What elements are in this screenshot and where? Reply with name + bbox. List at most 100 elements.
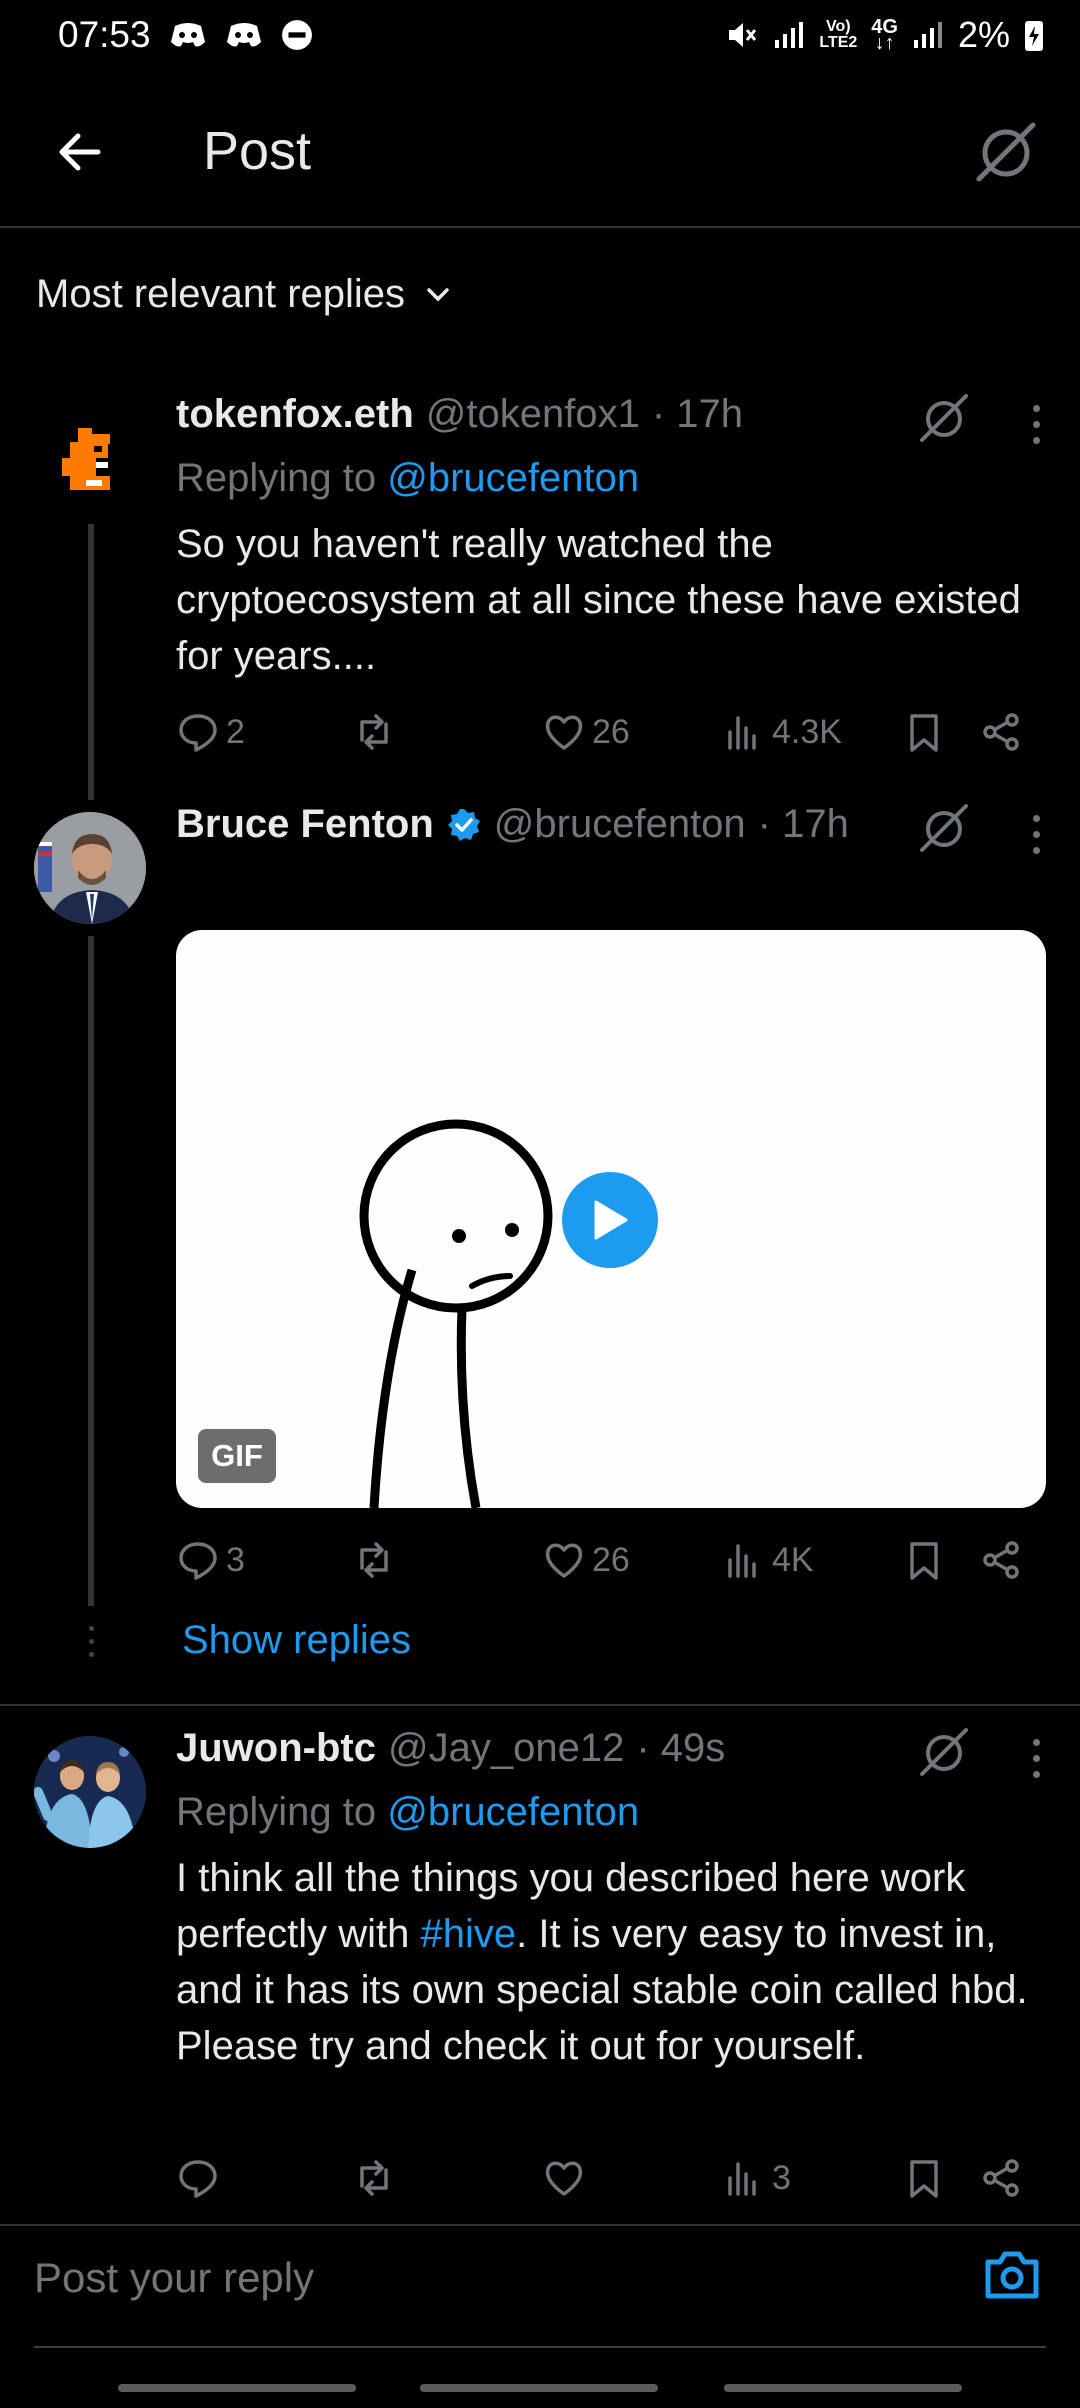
reply-icon — [179, 2160, 217, 2198]
post-text: I think all the things you described her… — [176, 1856, 1061, 2068]
network-type-label: 4G ↓↑ — [871, 16, 898, 54]
share-button[interactable] — [980, 2148, 1024, 2208]
profile-photo — [34, 812, 146, 924]
thread-line — [88, 524, 94, 800]
repost-icon — [360, 2160, 388, 2196]
display-name[interactable]: Bruce Fenton — [176, 802, 434, 847]
verified-badge-icon — [447, 808, 480, 841]
repost-button[interactable] — [352, 2148, 396, 2208]
reply-input[interactable] — [34, 2246, 934, 2310]
repost-button[interactable] — [352, 1530, 396, 1590]
bookmark-button[interactable] — [902, 2148, 946, 2208]
post-header: Juwon-btc @Jay_one12 · 49s — [176, 1726, 725, 1771]
display-name[interactable]: tokenfox.eth — [176, 392, 414, 437]
view-count: 4K — [772, 1540, 814, 1579]
like-button[interactable]: 26 — [542, 1530, 630, 1590]
play-button[interactable] — [562, 1172, 658, 1268]
views-button[interactable]: 4K — [722, 1530, 814, 1590]
avatar[interactable] — [34, 400, 146, 512]
share-icon — [983, 713, 1019, 751]
post-divider — [0, 1704, 1080, 1706]
bookmark-button[interactable] — [902, 702, 946, 762]
replying-to: Replying to @brucefenton — [176, 456, 640, 500]
show-replies-link[interactable]: Show replies — [182, 1618, 411, 1663]
username[interactable]: @brucefenton — [494, 802, 746, 847]
share-button[interactable] — [980, 1530, 1024, 1590]
bookmark-icon — [910, 714, 938, 752]
avatar[interactable] — [34, 812, 146, 924]
views-button[interactable]: 4.3K — [722, 702, 842, 762]
discord-icon-2 — [226, 23, 261, 47]
post-actions: 3 — [176, 2148, 1036, 2208]
views-icon — [728, 2162, 756, 2196]
more-options-button[interactable] — [1018, 398, 1054, 450]
reply-icon — [179, 714, 217, 752]
username[interactable]: @Jay_one12 — [388, 1726, 624, 1771]
reply-button[interactable]: 2 — [176, 702, 245, 762]
heart-icon — [545, 1543, 583, 1578]
post-header: Bruce Fenton @brucefenton · 17h — [176, 802, 849, 847]
timestamp: · 17h — [651, 392, 744, 436]
share-icon — [983, 1541, 1019, 1579]
reply-sort-dropdown[interactable]: Most relevant replies — [36, 272, 453, 317]
post-text: So you haven't really watched the crypto… — [176, 522, 1021, 678]
reply-button[interactable] — [176, 2148, 226, 2208]
bookmark-button[interactable] — [902, 1530, 946, 1590]
profile-photo — [34, 1736, 146, 1848]
grok-icon[interactable] — [918, 392, 970, 444]
repost-icon — [360, 714, 388, 750]
gif-media[interactable]: GIF — [176, 930, 1046, 1508]
battery-percent: 2% — [957, 14, 1010, 55]
mention-link[interactable]: @brucefenton — [387, 1790, 639, 1834]
username[interactable]: @tokenfox1 — [426, 392, 640, 437]
dnd-icon — [281, 20, 312, 50]
repost-icon — [360, 1542, 388, 1578]
reply-icon — [179, 1542, 217, 1580]
bookmark-icon — [910, 2160, 938, 2198]
replying-to: Replying to @brucefenton — [176, 1790, 640, 1834]
more-options-button[interactable] — [1018, 1732, 1054, 1784]
views-icon — [728, 716, 756, 750]
grok-icon — [976, 122, 1036, 182]
discord-icon — [170, 23, 205, 47]
views-icon — [728, 1544, 756, 1578]
grok-icon[interactable] — [918, 802, 970, 854]
display-name[interactable]: Juwon-btc — [176, 1726, 376, 1771]
hashtag-link[interactable]: #hive — [421, 1912, 517, 1956]
top-app-bar: Post — [0, 100, 1080, 210]
status-time: 07:53 — [58, 14, 151, 55]
more-options-button[interactable] — [1018, 808, 1054, 860]
post-actions: 2 26 4.3K — [176, 702, 1036, 762]
timestamp: · 49s — [636, 1726, 726, 1770]
nav-gesture-bar — [420, 2384, 658, 2392]
signal-icon — [775, 22, 804, 48]
battery-charging-icon — [1025, 21, 1043, 51]
view-count: 4.3K — [772, 712, 842, 751]
like-button[interactable]: 26 — [542, 702, 630, 762]
back-button[interactable] — [48, 120, 112, 184]
views-button[interactable]: 3 — [722, 2148, 791, 2208]
post-actions: 3 26 4K — [176, 1530, 1036, 1590]
post-header: tokenfox.eth @tokenfox1 · 17h — [176, 392, 743, 437]
like-button[interactable] — [542, 2148, 592, 2208]
reply-button[interactable]: 3 — [176, 1530, 245, 1590]
nav-gesture-bar — [724, 2384, 962, 2392]
reply-sort-label: Most relevant replies — [36, 272, 406, 316]
avatar[interactable] — [34, 1736, 146, 1848]
like-count: 26 — [592, 712, 630, 751]
header-divider — [0, 226, 1080, 228]
arrow-left-icon — [59, 133, 101, 171]
mention-link[interactable]: @brucefenton — [387, 456, 639, 500]
repost-button[interactable] — [352, 702, 396, 762]
share-button[interactable] — [980, 702, 1024, 762]
grok-icon[interactable] — [918, 1726, 970, 1778]
grok-button[interactable] — [968, 114, 1044, 190]
camera-icon[interactable] — [980, 2244, 1044, 2308]
thread-continuation-dots — [86, 1626, 96, 1657]
share-icon — [983, 2159, 1019, 2197]
status-bar: 07:53 Vo) LTE2 4G ↓↑ 2% — [0, 0, 1080, 70]
composer-underline — [34, 2346, 1046, 2348]
reply-count: 2 — [226, 712, 245, 751]
thread-line — [88, 936, 94, 1606]
gif-badge: GIF — [198, 1429, 276, 1483]
